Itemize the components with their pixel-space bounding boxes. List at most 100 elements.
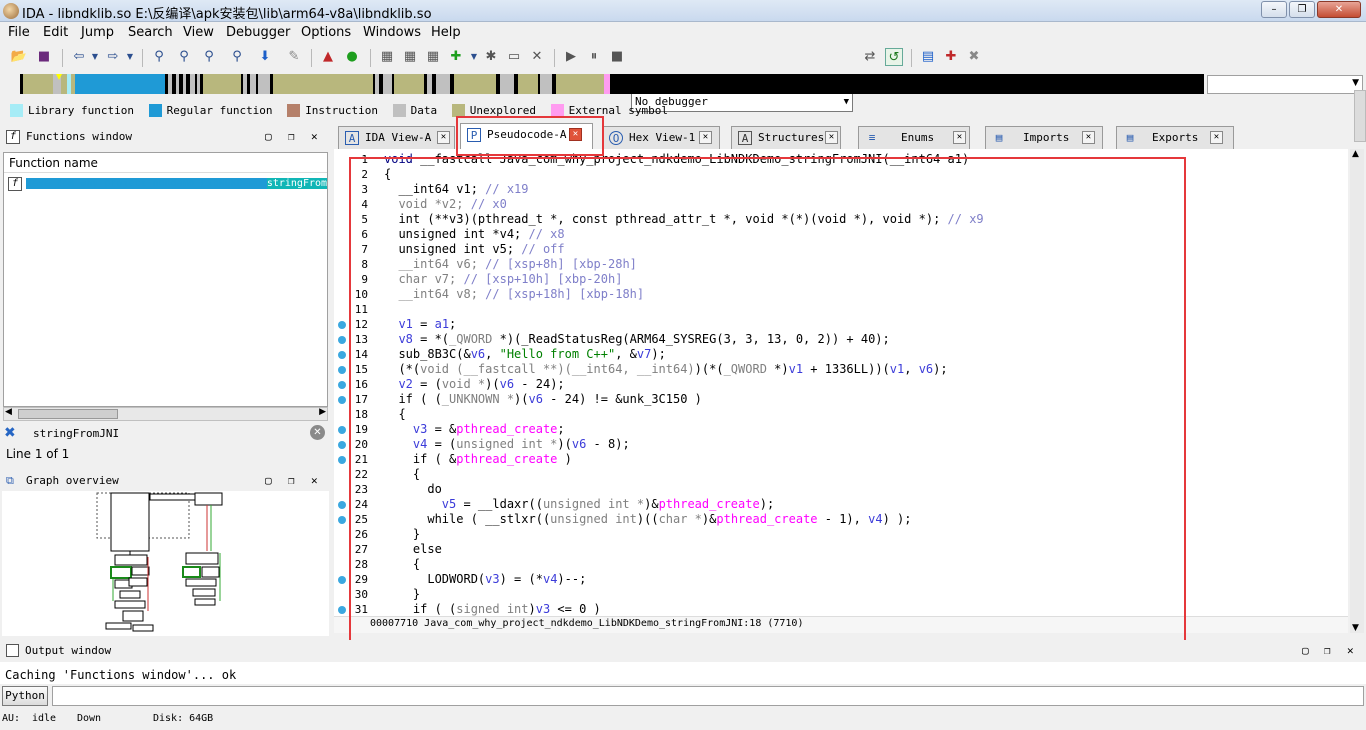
breakpoint-dot-icon[interactable]	[338, 381, 346, 389]
command-input[interactable]	[52, 686, 1364, 706]
breakpoint-dot-icon[interactable]	[338, 396, 346, 404]
forward-icon[interactable]: ⇨	[104, 48, 122, 66]
panel-restore-icon[interactable]: ▢	[265, 470, 272, 492]
horizontal-scrollbar[interactable]: ◀ ▶	[3, 407, 328, 421]
panel-close-icon[interactable]: ✕	[311, 126, 318, 148]
pause-icon[interactable]: ⏸	[585, 48, 603, 66]
right-scroll-thumb[interactable]	[1354, 90, 1366, 142]
menu-windows[interactable]: Windows	[363, 25, 421, 40]
function-icon: f	[8, 177, 22, 191]
panel-close-icon[interactable]: ✕	[1347, 640, 1354, 662]
binoculars-text-icon[interactable]: ⚲	[150, 48, 168, 66]
menu-search[interactable]: Search	[128, 25, 173, 40]
function-row[interactable]: f Java_com_why_project_ndkdemo_LibNDKDemo…	[8, 177, 328, 193]
maximize-button[interactable]: ❐	[1289, 1, 1315, 18]
vertical-scrollbar[interactable]: ▲ ▼	[1350, 149, 1364, 633]
data-icon-3[interactable]: ▦	[424, 48, 442, 66]
scroll-up-icon[interactable]: ▲	[1352, 149, 1359, 159]
column-function-name[interactable]: Function name	[4, 153, 327, 173]
breakpoint-dot-icon[interactable]	[338, 366, 346, 374]
tab-exports[interactable]: ▤ Exports ✕	[1116, 126, 1234, 149]
tab-close-icon[interactable]: ✕	[953, 131, 966, 144]
function-row-prefix: Java_com_why_project_ndkdemo_LibNDKDemo_	[26, 178, 267, 189]
menu-help[interactable]: Help	[431, 25, 461, 40]
navigation-band[interactable]	[20, 74, 1204, 94]
list-icon[interactable]: ▤	[919, 48, 937, 66]
scroll-left-icon[interactable]: ◀	[5, 407, 12, 417]
tab-close-icon[interactable]: ✕	[825, 131, 838, 144]
menu-options[interactable]: Options	[301, 25, 351, 40]
breakpoint-dot-icon[interactable]	[338, 441, 346, 449]
tab-close-icon[interactable]: ✕	[699, 131, 712, 144]
back-dropdown-icon[interactable]: ▼	[86, 48, 104, 66]
output-window-header: Output window ▢ ❐ ✕	[0, 640, 1366, 662]
open-file-icon[interactable]: 📂	[10, 48, 28, 66]
segment-combo[interactable]: ▼	[1207, 75, 1363, 94]
play-icon[interactable]: ▶	[562, 48, 580, 66]
tab-close-icon[interactable]: ✕	[437, 131, 450, 144]
tab-close-icon[interactable]: ✕	[1210, 131, 1223, 144]
functions-list[interactable]: Function name f Java_com_why_project_ndkd…	[3, 152, 328, 407]
panel-float-icon[interactable]: ❐	[1324, 640, 1331, 662]
search-input[interactable]: stringFromJNI	[33, 427, 119, 440]
tab-close-icon[interactable]: ✕	[1082, 131, 1095, 144]
tab-structures[interactable]: A Structures ✕	[731, 126, 841, 149]
scroll-down-icon[interactable]: ▼	[1352, 623, 1359, 633]
xref-icon[interactable]: ✎	[285, 48, 303, 66]
menu-view[interactable]: View	[183, 25, 214, 40]
panel-float-icon[interactable]: ❐	[288, 470, 295, 492]
minimize-button[interactable]: –	[1261, 1, 1287, 18]
disk-value: Disk: 64GB	[153, 713, 214, 724]
menu-debugger[interactable]: Debugger	[226, 25, 290, 40]
breakpoint-dot-icon[interactable]	[338, 576, 346, 584]
breakpoint-dot-icon[interactable]	[338, 351, 346, 359]
binoculars-imm-icon[interactable]: ⚲	[200, 48, 218, 66]
warning-icon[interactable]: ▲	[319, 48, 337, 66]
panel-restore-icon[interactable]: ▢	[265, 126, 272, 148]
bpt-del-icon[interactable]: ✖	[965, 48, 983, 66]
panel-restore-icon[interactable]: ▢	[1302, 640, 1309, 662]
tab-ida-view-a[interactable]: A IDA View-A ✕	[338, 126, 455, 149]
scroll-right-icon[interactable]: ▶	[319, 407, 326, 417]
data-icon-1[interactable]: ▦	[378, 48, 396, 66]
panel-float-icon[interactable]: ❐	[288, 126, 295, 148]
clear-search-icon[interactable]: ✕	[310, 425, 325, 440]
bpt-add-icon[interactable]: ✚	[942, 48, 960, 66]
edit-icon[interactable]: ▭	[505, 48, 523, 66]
breakpoint-dot-icon[interactable]	[338, 426, 346, 434]
close-button[interactable]: ✕	[1317, 1, 1361, 18]
panel-close-icon[interactable]: ✕	[311, 470, 318, 492]
data-icon-2[interactable]: ▦	[401, 48, 419, 66]
binoculars-next-icon[interactable]: ⚲	[228, 48, 246, 66]
scroll-thumb[interactable]	[18, 409, 118, 419]
breakpoint-dot-icon[interactable]	[338, 321, 346, 329]
breakpoint-dot-icon[interactable]	[338, 606, 346, 614]
python-button[interactable]: Python	[2, 686, 48, 706]
breakpoint-dot-icon[interactable]	[338, 501, 346, 509]
chevron-down-icon: ▼	[1352, 78, 1359, 88]
delete-icon[interactable]: ✕	[528, 48, 546, 66]
stop-icon[interactable]: ■	[608, 48, 626, 66]
go-green-icon[interactable]: ●	[343, 48, 361, 66]
attach-icon[interactable]: ⇄	[861, 48, 879, 66]
menu-edit[interactable]: Edit	[43, 25, 68, 40]
binoculars-binary-icon[interactable]: ⚲	[175, 48, 193, 66]
tab-imports[interactable]: ▤ Imports ✕	[985, 126, 1103, 149]
struct-icon[interactable]: ✱	[482, 48, 500, 66]
menu-jump[interactable]: Jump	[81, 25, 114, 40]
add-func-icon[interactable]: ✚	[447, 48, 465, 66]
breakpoint-dot-icon[interactable]	[338, 456, 346, 464]
trace-icon[interactable]: ↺	[885, 48, 903, 66]
line-info: Line 1 of 1	[6, 447, 70, 461]
search-close-icon[interactable]: ✖	[4, 425, 16, 441]
graph-overview-canvas[interactable]	[2, 491, 329, 636]
tab-hex-view-1[interactable]: O Hex View-1 ✕	[602, 126, 720, 149]
save-icon[interactable]: ■	[35, 48, 53, 66]
menu-file[interactable]: File	[8, 25, 30, 40]
forward-dropdown-icon[interactable]: ▼	[121, 48, 139, 66]
tab-enums[interactable]: ≡ Enums ✕	[858, 126, 970, 149]
jump-down-icon[interactable]: ⬇	[256, 48, 274, 66]
breakpoint-dot-icon[interactable]	[338, 516, 346, 524]
add-dropdown-icon[interactable]: ▼	[465, 48, 483, 66]
breakpoint-dot-icon[interactable]	[338, 336, 346, 344]
